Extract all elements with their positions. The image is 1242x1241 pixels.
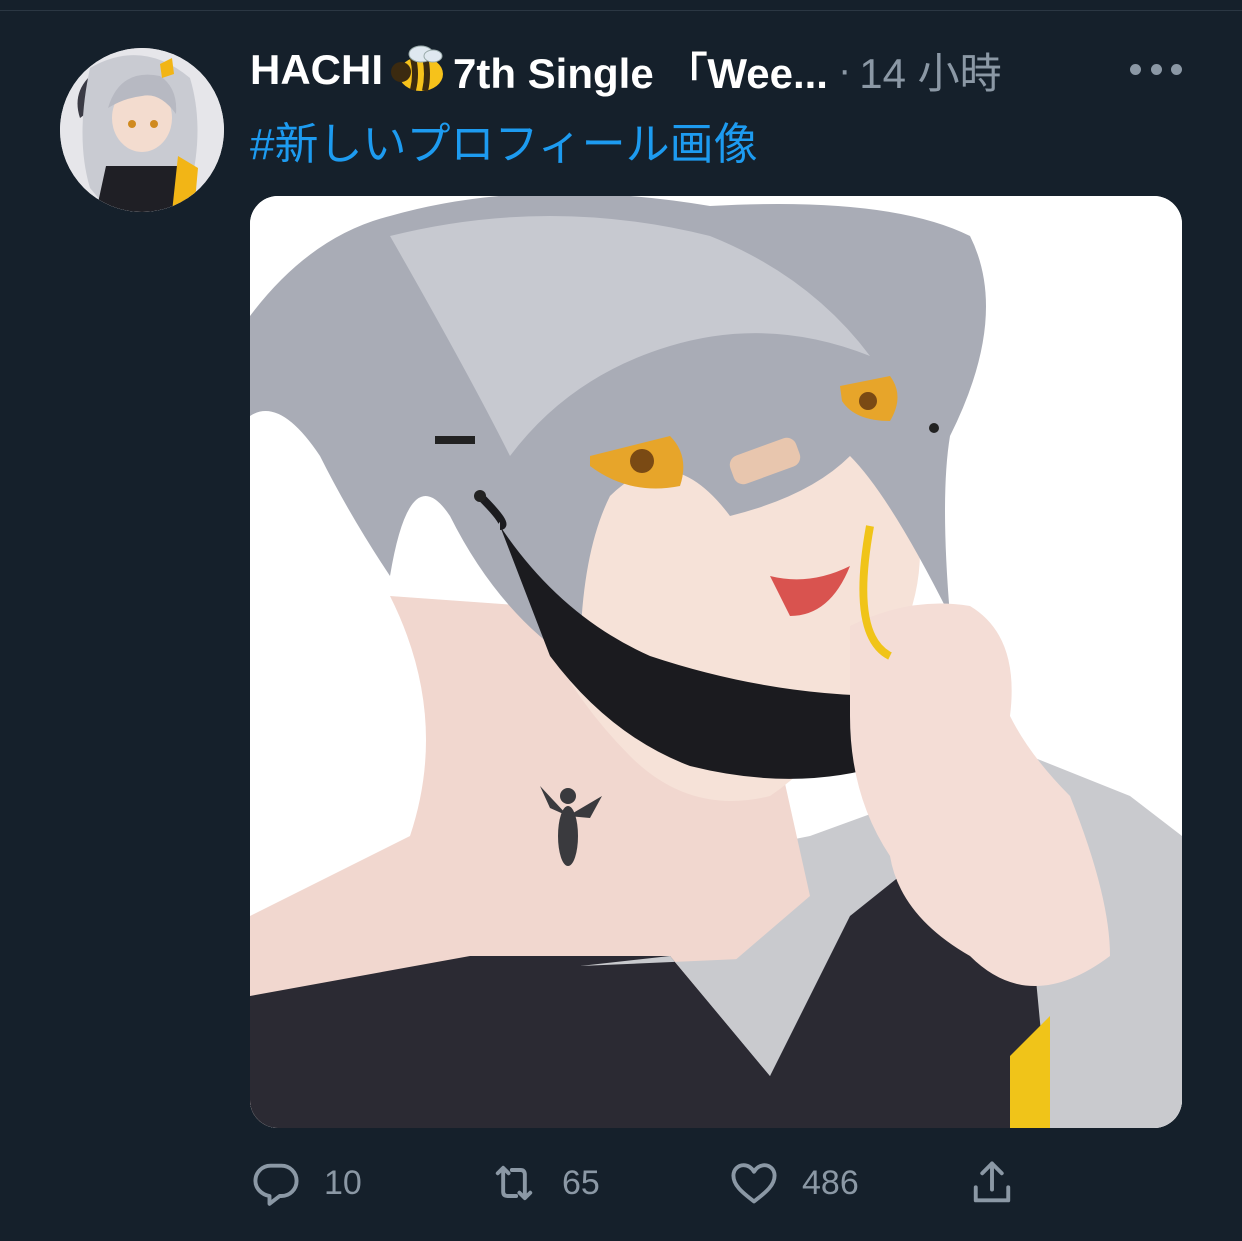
more-button[interactable] bbox=[1130, 54, 1182, 84]
like-button[interactable]: 486 bbox=[728, 1148, 859, 1218]
bee-icon bbox=[391, 45, 443, 92]
timestamp[interactable]: 14 小時 bbox=[859, 40, 1001, 101]
retweet-icon bbox=[495, 1165, 533, 1201]
reply-icon bbox=[253, 1163, 299, 1206]
reply-count: 10 bbox=[324, 1163, 362, 1202]
hashtag-link[interactable]: #新しいプロフィール画像 bbox=[250, 108, 758, 172]
avatar-image bbox=[60, 48, 224, 212]
more-icon-dot bbox=[1150, 63, 1162, 75]
retweet-button[interactable]: 65 bbox=[488, 1148, 600, 1218]
tweet-header: HACHI 7th Single 「Wee... · 14 小時 bbox=[250, 42, 1002, 98]
more-icon-dot bbox=[1171, 63, 1182, 75]
tweet-card[interactable]: HACHI 7th Single 「Wee... · 14 小時 #新しいプロフ… bbox=[0, 0, 1242, 1241]
retweet-count: 65 bbox=[562, 1163, 600, 1202]
media-illustration bbox=[250, 196, 1182, 1128]
display-name[interactable]: HACHI bbox=[250, 46, 383, 94]
share-icon bbox=[973, 1161, 1011, 1203]
more-icon bbox=[1130, 63, 1141, 75]
display-name-suffix[interactable]: 7th Single 「Wee... bbox=[453, 40, 828, 101]
reply-button[interactable]: 10 bbox=[250, 1148, 362, 1218]
heart-icon bbox=[731, 1163, 777, 1204]
separator-dot: · bbox=[837, 47, 852, 92]
tweet-media[interactable] bbox=[250, 196, 1182, 1128]
like-count: 486 bbox=[802, 1163, 859, 1202]
tweet-actions: 10 65 486 bbox=[250, 1148, 1182, 1218]
share-button[interactable] bbox=[966, 1148, 1018, 1218]
avatar[interactable] bbox=[60, 48, 224, 212]
